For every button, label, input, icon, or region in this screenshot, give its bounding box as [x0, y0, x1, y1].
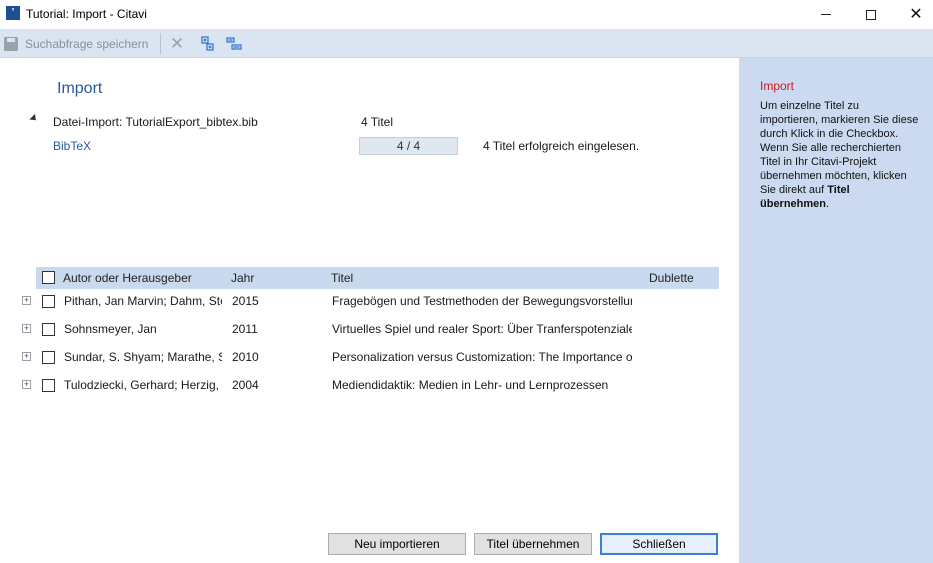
minimize-icon	[821, 14, 831, 15]
table-row[interactable]: + Sundar, S. Shyam; Marathe, S 2010 Pers…	[0, 344, 739, 372]
import-progress-bar: 4 / 4	[359, 137, 458, 155]
row-year: 2010	[232, 350, 259, 364]
close-button[interactable]: Schließen	[600, 533, 718, 555]
title-bar: ’ Tutorial: Import - Citavi ✕	[0, 0, 933, 29]
take-titles-button[interactable]: Titel übernehmen	[474, 533, 592, 555]
column-header-title[interactable]: Titel	[331, 271, 353, 285]
toolbar: Suchabfrage speichern ✕	[0, 29, 933, 58]
row-title: Virtuelles Spiel und realer Sport: Über …	[332, 322, 632, 336]
expand-all-button[interactable]	[200, 36, 216, 52]
collapse-arrow-icon[interactable]	[29, 113, 39, 124]
maximize-icon	[866, 9, 876, 20]
close-window-button[interactable]: ✕	[893, 0, 933, 29]
expand-row-icon[interactable]: +	[22, 352, 31, 361]
help-text: Um einzelne Titel zu importieren, markie…	[760, 99, 920, 211]
row-checkbox[interactable]	[42, 295, 55, 308]
toolbar-separator	[160, 33, 161, 54]
window-title: Tutorial: Import - Citavi	[26, 7, 147, 21]
maximize-button[interactable]	[848, 0, 894, 29]
table-row[interactable]: + Sohnsmeyer, Jan 2011 Virtuelles Spiel …	[0, 316, 739, 344]
help-title: Import	[760, 79, 795, 93]
column-header-author[interactable]: Autor oder Herausgeber	[63, 271, 192, 285]
table-header: Autor oder Herausgeber Jahr Titel Dublet…	[36, 267, 719, 289]
import-status-text: 4 Titel erfolgreich eingelesen.	[483, 139, 640, 153]
select-all-checkbox[interactable]	[42, 271, 55, 284]
import-main-area: Import Datei-Import: TutorialExport_bibt…	[0, 58, 739, 563]
row-checkbox[interactable]	[42, 379, 55, 392]
save-icon	[4, 36, 18, 51]
row-year: 2004	[232, 378, 259, 392]
expand-row-icon[interactable]: +	[22, 324, 31, 333]
file-import-label: Datei-Import: TutorialExport_bibtex.bib	[53, 115, 258, 129]
reimport-button[interactable]: Neu importieren	[328, 533, 466, 555]
help-text-body: Um einzelne Titel zu importieren, markie…	[760, 100, 919, 196]
delete-button[interactable]: ✕	[167, 33, 187, 54]
row-title: Fragebögen und Testmethoden der Bewegung…	[332, 294, 632, 308]
row-year: 2015	[232, 294, 259, 308]
save-search-label: Suchabfrage speichern	[25, 36, 149, 51]
collapse-all-icon	[226, 37, 242, 50]
row-checkbox[interactable]	[42, 323, 55, 336]
progress-text: 4 / 4	[396, 139, 421, 153]
column-header-duplicate[interactable]: Dublette	[649, 271, 694, 285]
row-author: Sohnsmeyer, Jan	[64, 322, 157, 336]
expand-row-icon[interactable]: +	[22, 296, 31, 305]
save-search-button[interactable]: Suchabfrage speichern	[4, 33, 148, 54]
help-text-end: .	[826, 198, 830, 210]
minimize-button[interactable]	[803, 0, 849, 29]
format-label: BibTeX	[53, 139, 92, 153]
table-row[interactable]: + Pithan, Jan Marvin; Dahm, Ste 2015 Fra…	[0, 288, 739, 316]
row-author: Tulodziecki, Gerhard; Herzig,	[64, 378, 219, 392]
collapse-all-button[interactable]	[226, 36, 242, 52]
expand-all-icon	[201, 36, 214, 51]
delete-icon: ✕	[169, 34, 185, 53]
row-author: Sundar, S. Shyam; Marathe, S	[64, 350, 222, 364]
import-heading: Import	[57, 80, 103, 97]
file-import-count: 4 Titel	[361, 115, 394, 129]
close-icon: ✕	[909, 5, 923, 23]
row-author: Pithan, Jan Marvin; Dahm, Ste	[64, 294, 222, 308]
row-checkbox[interactable]	[42, 351, 55, 364]
citavi-app-icon: ’	[6, 6, 20, 20]
table-row[interactable]: + Tulodziecki, Gerhard; Herzig, 2004 Med…	[0, 372, 739, 400]
row-title: Personalization versus Customization: Th…	[332, 350, 632, 364]
row-title: Mediendidaktik: Medien in Lehr- und Lern…	[332, 378, 609, 392]
expand-row-icon[interactable]: +	[22, 380, 31, 389]
row-year: 2011	[232, 322, 258, 336]
column-header-year[interactable]: Jahr	[231, 271, 254, 285]
help-panel: Import Um einzelne Titel zu importieren,…	[739, 58, 933, 563]
